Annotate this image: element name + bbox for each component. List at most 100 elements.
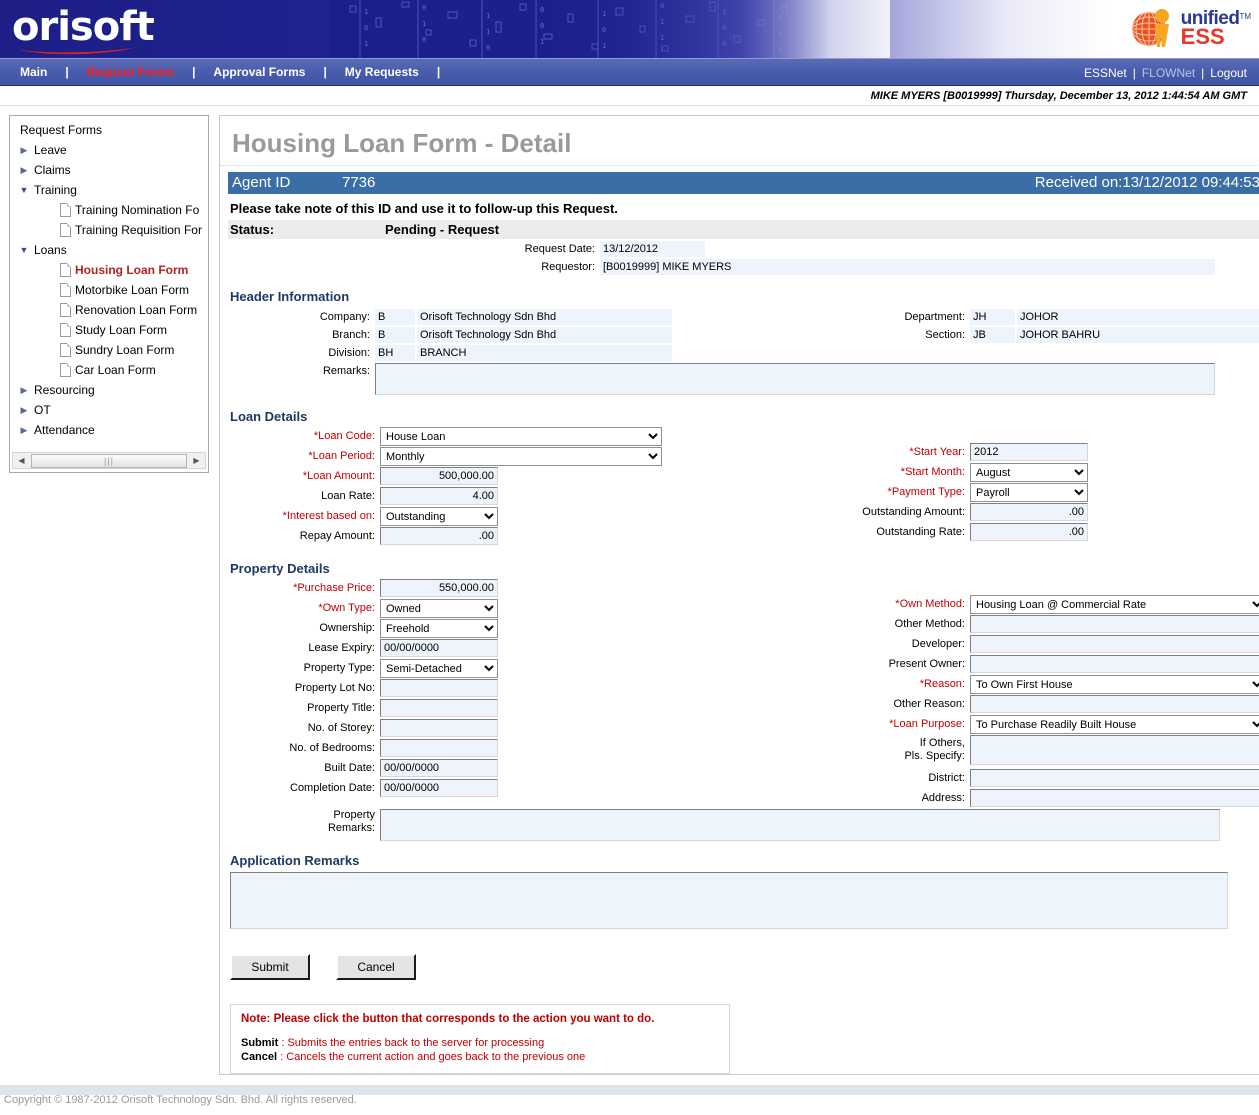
nav-item-approval-forms[interactable]: Approval Forms bbox=[197, 65, 321, 79]
loan-rate-input[interactable] bbox=[380, 487, 498, 505]
outstanding-amount-label: Outstanding Amount: bbox=[862, 506, 965, 518]
svg-text:0: 0 bbox=[540, 22, 544, 30]
other-reason-input[interactable] bbox=[970, 695, 1259, 713]
reason-select[interactable]: To Own First House bbox=[970, 675, 1259, 694]
sidebar-node-ot[interactable]: OT bbox=[16, 400, 208, 420]
no-of-bedrooms-input[interactable] bbox=[380, 739, 498, 757]
loan-rate-row: Loan Rate: bbox=[220, 487, 740, 507]
sidebar-item-renovation-loan-form[interactable]: Renovation Loan Form bbox=[16, 300, 208, 320]
start-year-input[interactable] bbox=[970, 443, 1088, 461]
footer-copyright: Copyright © 1987-2012 Orisoft Technology… bbox=[0, 1085, 1259, 1107]
chevron-right-icon[interactable] bbox=[16, 165, 32, 176]
purchase-price-input[interactable] bbox=[380, 579, 498, 597]
completion-date-input[interactable] bbox=[380, 779, 498, 797]
header-remarks-textarea[interactable] bbox=[375, 363, 1215, 395]
chevron-right-icon[interactable] bbox=[16, 425, 32, 436]
sidebar-node-training[interactable]: Training bbox=[16, 180, 208, 200]
developer-input[interactable] bbox=[970, 635, 1259, 653]
loan-period-row: *Loan Period: Monthly bbox=[220, 447, 740, 467]
essnet-link[interactable]: ESSNet bbox=[1078, 66, 1133, 80]
loan-period-select[interactable]: Monthly bbox=[380, 447, 662, 466]
outstanding-amount-input[interactable] bbox=[970, 503, 1088, 521]
ess-label: ESS bbox=[1180, 23, 1225, 49]
cancel-button[interactable]: Cancel bbox=[336, 954, 416, 980]
payment-type-select[interactable]: Payroll bbox=[970, 483, 1088, 502]
start-month-select[interactable]: August bbox=[970, 463, 1088, 482]
tree-title: Request Forms bbox=[20, 123, 103, 137]
district-input[interactable] bbox=[970, 769, 1259, 787]
own-type-select[interactable]: Owned bbox=[380, 599, 498, 618]
loan-purpose-select[interactable]: To Purchase Readily Built House bbox=[970, 715, 1259, 734]
note-cancel-description: Cancels the current action and goes back… bbox=[286, 1051, 586, 1063]
request-forms-tree-panel: Request Forms Leave Claims Training Trai… bbox=[9, 115, 209, 473]
lease-expiry-input[interactable] bbox=[380, 639, 498, 657]
own-method-select[interactable]: Housing Loan @ Commercial Rate bbox=[970, 595, 1259, 614]
sidebar-item-label: Sundry Loan Form bbox=[75, 343, 175, 357]
chevron-right-icon[interactable] bbox=[16, 385, 32, 396]
scroll-right-icon[interactable]: ▶ bbox=[188, 453, 205, 468]
submit-button[interactable]: Submit bbox=[230, 954, 310, 980]
property-title-input[interactable] bbox=[380, 699, 498, 717]
other-method-input[interactable] bbox=[970, 615, 1259, 633]
property-details-section: *Purchase Price: *Own Type: Owned Owners… bbox=[220, 579, 1259, 809]
sidebar-item-housing-loan-form[interactable]: Housing Loan Form bbox=[16, 260, 208, 280]
sidebar-item-label: Motorbike Loan Form bbox=[75, 283, 190, 297]
scroll-left-icon[interactable]: ◀ bbox=[13, 453, 30, 468]
logout-link[interactable]: Logout bbox=[1204, 66, 1253, 80]
flownet-link[interactable]: FLOWNet bbox=[1136, 66, 1201, 80]
sidebar-item-motorbike-loan-form[interactable]: Motorbike Loan Form bbox=[16, 280, 208, 300]
sidebar-item-car-loan-form[interactable]: Car Loan Form bbox=[16, 360, 208, 380]
sidebar-node-loans[interactable]: Loans bbox=[16, 240, 208, 260]
sidebar-node-leave[interactable]: Leave bbox=[16, 140, 208, 160]
received-on-label: Received on: bbox=[1034, 174, 1123, 191]
repay-amount-input[interactable] bbox=[380, 527, 498, 545]
property-lot-no-input[interactable] bbox=[380, 679, 498, 697]
division-code: BH bbox=[375, 345, 415, 361]
sidebar-node-claims[interactable]: Claims bbox=[16, 160, 208, 180]
nav-item-request-forms[interactable]: Request Forms bbox=[71, 65, 190, 79]
sidebar-item-study-loan-form[interactable]: Study Loan Form bbox=[16, 320, 208, 340]
ownership-label: Ownership: bbox=[319, 622, 375, 634]
user-session-bar: MIKE MYERS [B0019999] Thursday, December… bbox=[0, 86, 1259, 106]
loan-amount-input[interactable] bbox=[380, 467, 498, 485]
present-owner-input[interactable] bbox=[970, 655, 1259, 673]
sidebar-item-label: Renovation Loan Form bbox=[75, 303, 198, 317]
no-of-bedrooms-row: No. of Bedrooms: bbox=[220, 739, 740, 759]
if-others-textarea[interactable] bbox=[970, 735, 1259, 765]
loan-amount-row: *Loan Amount: bbox=[220, 467, 740, 487]
built-date-input[interactable] bbox=[380, 759, 498, 777]
application-remarks-textarea[interactable] bbox=[230, 872, 1228, 929]
interest-based-on-select[interactable]: Outstanding bbox=[380, 507, 498, 526]
if-others-label-line2: Pls. Specify: bbox=[904, 750, 965, 762]
outstanding-rate-input[interactable] bbox=[970, 523, 1088, 541]
sidebar-node-resourcing[interactable]: Resourcing bbox=[16, 380, 208, 400]
chevron-down-icon[interactable] bbox=[16, 185, 32, 195]
nav-right-links[interactable]: ESSNet | FLOWNet | Logout bbox=[1078, 59, 1253, 87]
sidebar-node-label: Resourcing bbox=[34, 383, 95, 397]
property-type-select[interactable]: Semi-Detached bbox=[380, 659, 498, 678]
loan-code-select[interactable]: House Loan bbox=[380, 427, 662, 446]
sidebar-item-label: Housing Loan Form bbox=[75, 263, 189, 277]
svg-text:0: 0 bbox=[486, 44, 490, 52]
tree-horizontal-scrollbar[interactable]: ◀ ||| ▶ bbox=[12, 452, 206, 469]
sidebar-node-attendance[interactable]: Attendance bbox=[16, 420, 208, 438]
nav-separator: | bbox=[192, 65, 196, 79]
main-navigation[interactable]: Main | Request Forms | Approval Forms | … bbox=[0, 58, 1259, 86]
nav-item-my-requests[interactable]: My Requests bbox=[329, 65, 435, 79]
chevron-right-icon[interactable] bbox=[16, 405, 32, 416]
other-method-row: Other Method: bbox=[810, 615, 1259, 635]
address-input[interactable] bbox=[970, 789, 1259, 807]
form-content-panel: Housing Loan Form - Detail Agent ID 7736… bbox=[219, 115, 1259, 1075]
sidebar-item-sundry-loan-form[interactable]: Sundry Loan Form bbox=[16, 340, 208, 360]
nav-item-main[interactable]: Main bbox=[4, 65, 63, 79]
loan-code-row: *Loan Code: House Loan bbox=[220, 427, 740, 447]
ownership-select[interactable]: Freehold bbox=[380, 619, 498, 638]
chevron-right-icon[interactable] bbox=[16, 145, 32, 156]
property-remarks-textarea[interactable] bbox=[380, 809, 1220, 841]
chevron-down-icon[interactable] bbox=[16, 245, 32, 255]
scrollbar-thumb[interactable]: ||| bbox=[31, 453, 187, 468]
own-type-row: *Own Type: Owned bbox=[220, 599, 740, 619]
sidebar-item-training-nomination-form[interactable]: Training Nomination Fo bbox=[16, 200, 208, 220]
no-of-storey-input[interactable] bbox=[380, 719, 498, 737]
sidebar-item-training-requisition-form[interactable]: Training Requisition For bbox=[16, 220, 208, 240]
